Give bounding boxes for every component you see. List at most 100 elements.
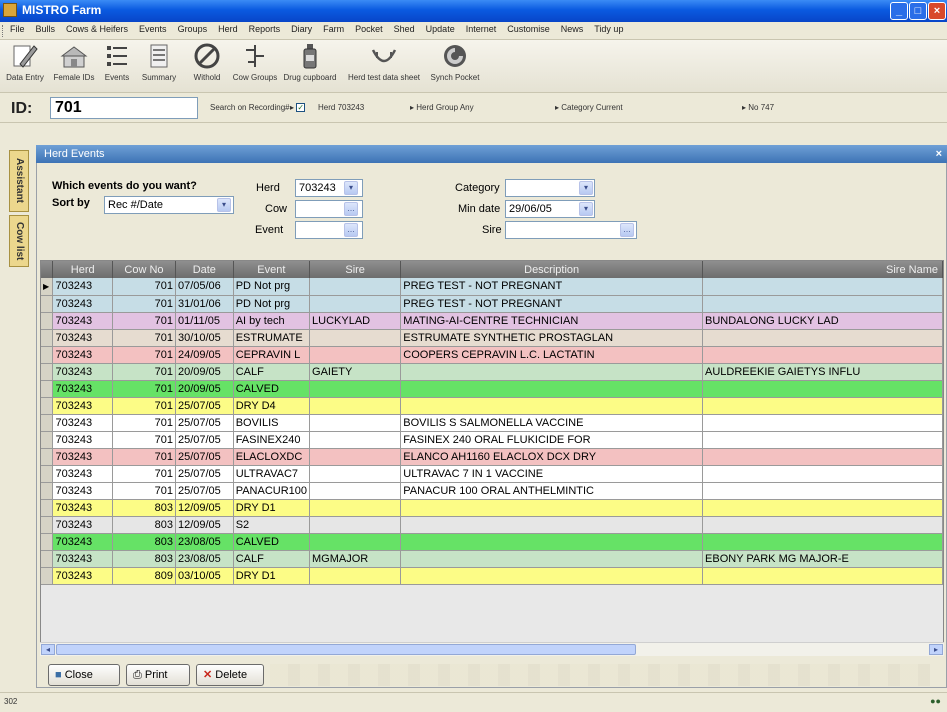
col-header-sire[interactable]: Sire xyxy=(309,261,402,278)
cell-herd[interactable]: 703243 xyxy=(52,278,113,296)
cell-sire[interactable] xyxy=(309,380,402,398)
cell-event[interactable]: FASINEX240 xyxy=(233,431,311,449)
table-row[interactable]: 703243 701 25/07/05 PANACUR100 PANACUR 100 O… xyxy=(41,482,943,500)
data-entry-button[interactable]: Data Entry xyxy=(6,42,44,82)
table-row[interactable]: 703243 803 12/09/05 DRY D1 xyxy=(41,499,943,517)
table-row[interactable]: 703243 701 25/07/05 BOVILIS BOVILIS S SALMON… xyxy=(41,414,943,432)
cell-description[interactable]: COOPERS CEPRAVIN L.C. LACTATIN xyxy=(400,346,704,364)
cell-event[interactable]: PD Not prg xyxy=(233,295,311,313)
cell-event[interactable]: AI by tech xyxy=(233,312,311,330)
herd-group-select[interactable]: ▸ Herd Group Any xyxy=(410,103,474,112)
cell-sire[interactable] xyxy=(309,329,402,347)
cell-cow-no[interactable]: 701 xyxy=(112,380,176,398)
row-indicator[interactable] xyxy=(41,346,54,364)
cell-description[interactable] xyxy=(400,516,704,534)
menu-update[interactable]: Update xyxy=(426,24,455,34)
cell-description[interactable] xyxy=(400,533,704,551)
cell-cow-no[interactable]: 809 xyxy=(112,567,176,585)
menu-shed[interactable]: Shed xyxy=(394,24,415,34)
female-ids-button[interactable]: Female IDs xyxy=(52,42,96,82)
cell-description[interactable]: ESTRUMATE SYNTHETIC PROSTAGLAN xyxy=(400,329,704,347)
cell-date[interactable]: 12/09/05 xyxy=(175,499,234,517)
table-row[interactable]: 703243 803 23/08/05 CALVED xyxy=(41,533,943,551)
cell-date[interactable]: 12/09/05 xyxy=(175,516,234,534)
cell-herd[interactable]: 703243 xyxy=(52,567,113,585)
row-indicator[interactable] xyxy=(41,312,54,330)
search-on-select[interactable]: Search on Recording# xyxy=(210,103,290,112)
menu-cows-heifers[interactable]: Cows & Heifers xyxy=(66,24,128,34)
menu-tidy-up[interactable]: Tidy up xyxy=(594,24,623,34)
cell-date[interactable]: 25/07/05 xyxy=(175,448,234,466)
delete-button[interactable]: ✕ Delete xyxy=(196,664,264,686)
cell-sire[interactable] xyxy=(309,516,402,534)
cell-sire[interactable] xyxy=(309,397,402,415)
cell-description[interactable]: ELANCO AH1160 ELACLOX DCX DRY xyxy=(400,448,704,466)
table-row[interactable]: 703243 701 30/10/05 ESTRUMATE ESTRUMATE SYNT… xyxy=(41,329,943,347)
cell-sire-name[interactable] xyxy=(702,516,943,534)
cell-sire[interactable]: MGMAJOR xyxy=(309,550,402,568)
cell-herd[interactable]: 703243 xyxy=(52,482,113,500)
row-indicator[interactable] xyxy=(41,380,54,398)
cell-date[interactable]: 30/10/05 xyxy=(175,329,234,347)
cell-date[interactable]: 25/07/05 xyxy=(175,465,234,483)
col-header-event[interactable]: Event xyxy=(233,261,311,278)
cell-cow-no[interactable]: 701 xyxy=(112,414,176,432)
cell-sire[interactable] xyxy=(309,465,402,483)
cell-sire-name[interactable] xyxy=(702,567,943,585)
cell-sire-name[interactable] xyxy=(702,414,943,432)
menu-herd[interactable]: Herd xyxy=(218,24,238,34)
cell-sire-name[interactable]: BUNDALONG LUCKY LAD xyxy=(702,312,943,330)
cell-description[interactable] xyxy=(400,550,704,568)
cell-sire-name[interactable] xyxy=(702,431,943,449)
row-indicator[interactable] xyxy=(41,295,54,313)
cell-description[interactable] xyxy=(400,567,704,585)
cell-herd[interactable]: 703243 xyxy=(52,363,113,381)
cell-date[interactable]: 25/07/05 xyxy=(175,431,234,449)
col-header-sire-name[interactable]: Sire Name xyxy=(702,261,943,278)
print-button[interactable]: ⎙ Print xyxy=(126,664,190,686)
menu-customise[interactable]: Customise xyxy=(507,24,550,34)
cell-event[interactable]: DRY D4 xyxy=(233,397,311,415)
cell-date[interactable]: 23/08/05 xyxy=(175,550,234,568)
category-dropdown-icon[interactable]: ▾ xyxy=(579,181,593,195)
cell-event[interactable]: CALVED xyxy=(233,380,311,398)
cell-herd[interactable]: 703243 xyxy=(52,533,113,551)
row-indicator[interactable] xyxy=(41,397,54,415)
number-select[interactable]: ▸ No 747 xyxy=(742,103,774,112)
category-select[interactable]: ▸ Category Current xyxy=(555,103,623,112)
cell-cow-no[interactable]: 701 xyxy=(112,482,176,500)
cell-sire[interactable] xyxy=(309,448,402,466)
cell-herd[interactable]: 703243 xyxy=(52,465,113,483)
withold-button[interactable]: Withold xyxy=(188,42,226,82)
min-date-dropdown-icon[interactable]: ▾ xyxy=(579,202,593,216)
row-indicator[interactable] xyxy=(41,431,54,449)
cell-date[interactable]: 23/08/05 xyxy=(175,533,234,551)
cell-herd[interactable]: 703243 xyxy=(52,329,113,347)
table-row[interactable]: 703243 803 12/09/05 S2 xyxy=(41,516,943,534)
cell-date[interactable]: 25/07/05 xyxy=(175,397,234,415)
cell-description[interactable]: PREG TEST - NOT PREGNANT xyxy=(400,295,704,313)
cell-sire-name[interactable] xyxy=(702,465,943,483)
cell-cow-no[interactable]: 803 xyxy=(112,516,176,534)
cell-event[interactable]: DRY D1 xyxy=(233,499,311,517)
cell-sire-name[interactable] xyxy=(702,499,943,517)
cell-herd[interactable]: 703243 xyxy=(52,295,113,313)
cell-sire-name[interactable] xyxy=(702,295,943,313)
cow-lookup-icon[interactable]: … xyxy=(344,202,358,216)
panel-close-icon[interactable]: × xyxy=(936,145,942,163)
cell-sire[interactable]: GAIETY xyxy=(309,363,402,381)
cell-event[interactable]: BOVILIS xyxy=(233,414,311,432)
scroll-left-icon[interactable]: ◂ xyxy=(41,644,55,655)
cell-sire[interactable] xyxy=(309,414,402,432)
table-row[interactable]: 703243 803 23/08/05 CALF MGMAJOR EBONY PARK M… xyxy=(41,550,943,568)
sort-dropdown-icon[interactable]: ▾ xyxy=(217,198,231,212)
menu-diary[interactable]: Diary xyxy=(291,24,312,34)
table-row[interactable]: 703243 701 25/07/05 DRY D4 xyxy=(41,397,943,415)
cell-cow-no[interactable]: 701 xyxy=(112,465,176,483)
cell-herd[interactable]: 703243 xyxy=(52,550,113,568)
cell-date[interactable]: 25/07/05 xyxy=(175,482,234,500)
cell-sire-name[interactable] xyxy=(702,448,943,466)
cell-event[interactable]: CALF xyxy=(233,363,311,381)
row-indicator[interactable] xyxy=(41,482,54,500)
cell-description[interactable]: MATING-AI-CENTRE TECHNICIAN xyxy=(400,312,704,330)
